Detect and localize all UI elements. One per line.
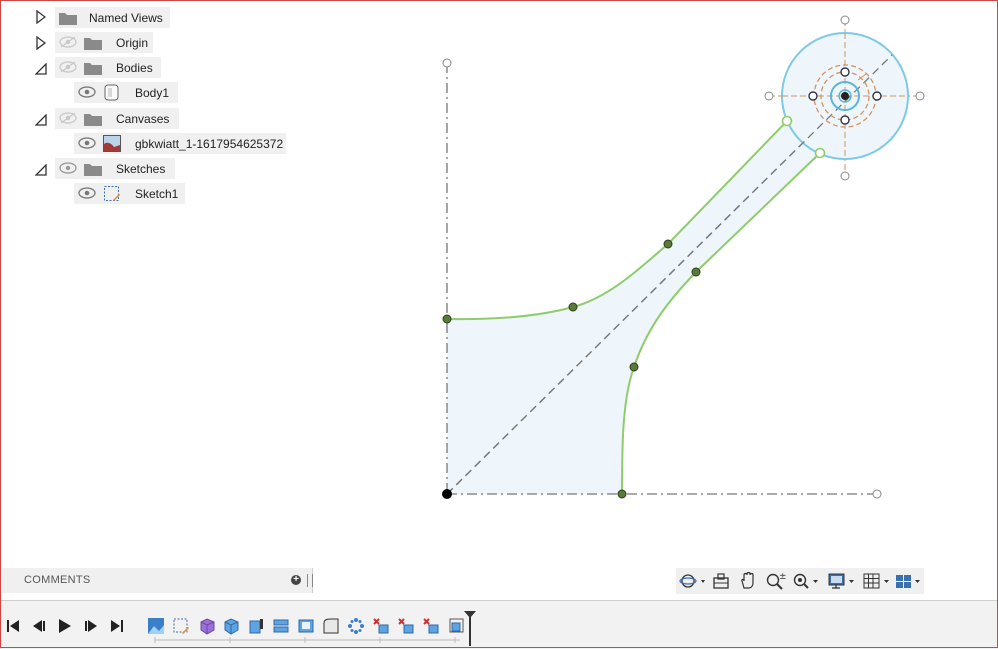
collapse-arrow-icon[interactable] — [34, 112, 48, 128]
go-to-end-icon[interactable] — [108, 617, 126, 635]
browser-item-label: Body1 — [135, 85, 170, 100]
extrude-feature-icon[interactable] — [222, 617, 240, 635]
browser-item-bodies[interactable]: Bodies — [55, 57, 161, 78]
curve-point[interactable] — [568, 302, 578, 312]
folder-icon — [84, 114, 102, 126]
panel-grip-icon[interactable] — [307, 574, 313, 587]
viewports-icon[interactable] — [894, 571, 924, 591]
eye-icon[interactable] — [78, 137, 96, 149]
browser-panel: Named Views Origin Bodies Body1 Canvases… — [0, 0, 320, 220]
browser-item-label: Canvases — [116, 111, 170, 126]
quad-point-right[interactable] — [872, 91, 882, 101]
curve-point[interactable] — [663, 239, 673, 249]
expand-arrow-icon[interactable] — [34, 9, 48, 25]
expand-arrow-icon[interactable] — [34, 35, 48, 51]
eye-hidden-icon[interactable] — [59, 61, 77, 73]
browser-item-named-views[interactable]: Named Views — [55, 7, 170, 28]
browser-item-label: Bodies — [116, 60, 153, 75]
svg-text:±: ± — [779, 572, 787, 582]
quad-point-bottom[interactable] — [840, 115, 850, 125]
extrude-feature-icon[interactable] — [247, 617, 265, 635]
collapse-arrow-icon[interactable] — [34, 162, 48, 178]
browser-item-sketch1[interactable]: Sketch1 — [74, 183, 185, 204]
curve-point[interactable] — [617, 489, 627, 499]
fillet-feature-icon[interactable] — [322, 617, 340, 635]
browser-item-canvases[interactable]: Canvases — [55, 108, 179, 129]
canvas-image-icon — [103, 135, 121, 152]
folder-icon — [84, 38, 102, 50]
browser-item-canvas-image[interactable]: gbkwiatt_1-1617954625372 — [74, 133, 286, 154]
look-at-icon[interactable] — [711, 571, 731, 591]
comments-panel[interactable]: COMMENTS + — [2, 568, 313, 593]
display-settings-icon[interactable] — [827, 571, 857, 591]
combine-feature-icon[interactable] — [422, 617, 440, 635]
form-feature-icon[interactable] — [198, 617, 216, 635]
go-to-start-icon[interactable] — [4, 617, 22, 635]
tangent-point-upper[interactable] — [781, 115, 793, 127]
endpoint-vertical-top[interactable] — [442, 58, 452, 68]
combine-feature-icon[interactable] — [397, 617, 415, 635]
browser-item-label: Origin — [116, 35, 149, 50]
curve-point[interactable] — [691, 267, 701, 277]
endpoint-right[interactable] — [915, 91, 925, 101]
orbit-icon[interactable] — [679, 571, 707, 591]
browser-item-body1[interactable]: Body1 — [74, 82, 178, 103]
eye-hidden-icon[interactable] — [59, 112, 77, 124]
eye-icon[interactable] — [78, 187, 96, 199]
step-back-icon[interactable] — [30, 617, 48, 635]
folder-icon — [84, 164, 102, 176]
grid-settings-icon[interactable] — [862, 571, 892, 591]
browser-item-label: Sketches — [116, 161, 166, 176]
zoom-icon[interactable]: ± — [765, 571, 787, 591]
shell-feature-icon[interactable] — [297, 617, 315, 635]
folder-icon — [59, 13, 77, 25]
curve-point[interactable] — [629, 362, 639, 372]
comments-label: COMMENTS — [24, 574, 91, 586]
endpoint-horizontal-right[interactable] — [872, 489, 882, 499]
timeline-scale — [154, 637, 460, 643]
browser-item-sketches[interactable]: Sketches — [55, 158, 175, 179]
eye-icon[interactable] — [59, 162, 77, 174]
collapse-arrow-icon[interactable] — [34, 61, 48, 77]
curve-point[interactable] — [442, 314, 452, 324]
eye-hidden-icon[interactable] — [59, 36, 77, 48]
play-icon[interactable] — [56, 617, 74, 635]
endpoint-top[interactable] — [840, 15, 850, 25]
split-feature-icon[interactable] — [272, 617, 290, 635]
pan-icon[interactable] — [738, 571, 758, 591]
endpoint-bottom[interactable] — [840, 171, 850, 181]
folder-icon — [84, 63, 102, 75]
quad-point-top[interactable] — [840, 67, 850, 77]
endpoint-left[interactable] — [764, 91, 774, 101]
step-forward-icon[interactable] — [82, 617, 100, 635]
center-point[interactable] — [841, 92, 849, 100]
eye-icon[interactable] — [78, 86, 96, 98]
browser-item-label: Sketch1 — [135, 186, 179, 201]
quad-point-left[interactable] — [808, 91, 818, 101]
body-icon — [104, 84, 119, 101]
origin-point[interactable] — [442, 489, 452, 499]
combine-feature-icon[interactable] — [372, 617, 390, 635]
pattern-feature-icon[interactable] — [347, 617, 365, 635]
navigation-bar: ± — [676, 568, 924, 594]
sketch-feature-icon[interactable] — [172, 617, 190, 635]
sketch-icon — [104, 186, 120, 201]
browser-item-label: Named Views — [89, 10, 163, 25]
browser-item-origin[interactable]: Origin — [55, 32, 153, 53]
canvas-feature-icon[interactable] — [147, 617, 165, 635]
tangent-point-lower[interactable] — [814, 147, 826, 159]
timeline-bar — [0, 600, 998, 649]
add-comment-icon[interactable]: + — [291, 575, 301, 585]
fit-icon[interactable] — [792, 571, 820, 591]
browser-item-label: gbkwiatt_1-1617954625372 — [135, 136, 284, 151]
